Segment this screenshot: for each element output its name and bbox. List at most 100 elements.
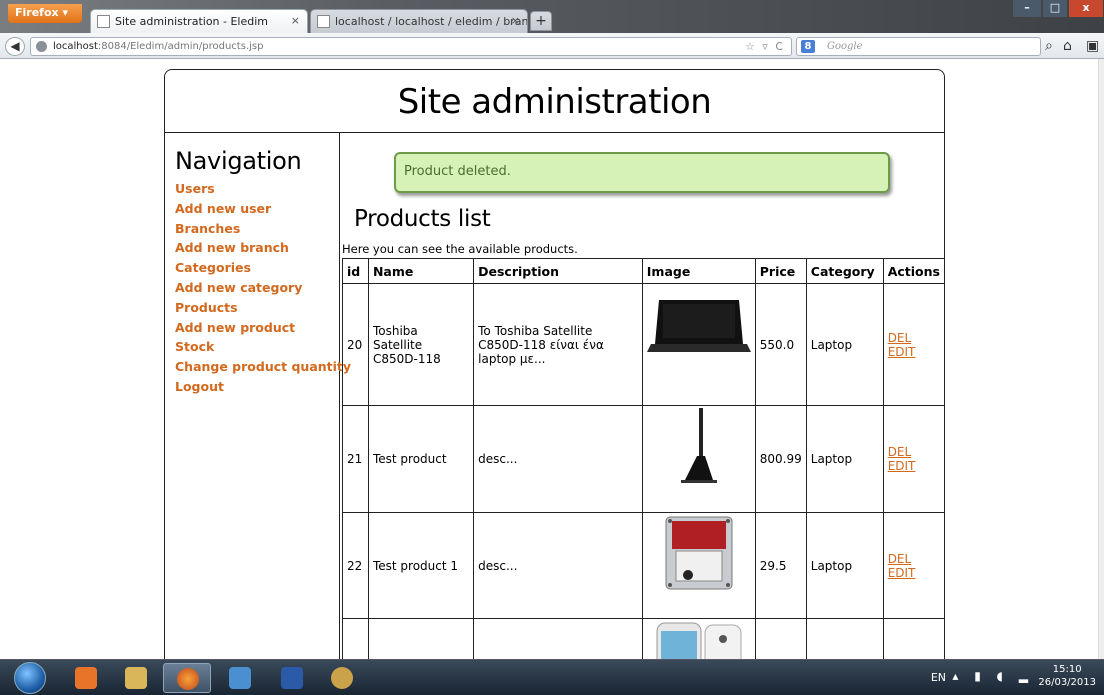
- cell-price: 550.0: [754, 283, 807, 406]
- monitor-image: [680, 408, 717, 483]
- cell-id: [342, 618, 369, 659]
- cell-name: Toshiba Satellite C850D-118: [367, 283, 475, 406]
- search-bar[interactable]: 8 Google: [796, 37, 1041, 56]
- globe-icon: [36, 41, 47, 52]
- cell-image: [641, 512, 756, 619]
- table-header-row: id Name Description Image Price Category…: [342, 258, 946, 284]
- nav-link-add-new-branch[interactable]: Add new branch: [175, 238, 339, 258]
- cell-image: [641, 618, 756, 659]
- col-header-category: Category: [805, 258, 884, 284]
- firefox-menu-button[interactable]: Firefox ▾: [8, 4, 82, 23]
- cell-actions: DEL EDIT: [882, 283, 946, 406]
- nav-link-stock[interactable]: Stock: [175, 337, 339, 357]
- cell-id: 21: [342, 405, 369, 513]
- cell-actions: DEL EDIT: [882, 405, 946, 513]
- nav-link-users[interactable]: Users: [175, 179, 339, 199]
- close-window-button[interactable]: x: [1068, 0, 1104, 18]
- nav-link-categories[interactable]: Categories: [175, 258, 339, 278]
- start-button[interactable]: [14, 662, 46, 694]
- scrollbar[interactable]: [1098, 59, 1104, 659]
- cell-id: 20: [342, 283, 369, 406]
- cell-name: [367, 618, 475, 659]
- cell-category: [805, 618, 884, 659]
- browser-navbar: ◀ localhost:8084/Eledim/admin/products.j…: [0, 33, 1104, 59]
- media-player-icon[interactable]: [62, 663, 110, 693]
- tab-site-administration[interactable]: Site administration - Eledim ×: [90, 9, 308, 33]
- nav-link-products[interactable]: Products: [175, 298, 339, 318]
- nav-link-branches[interactable]: Branches: [175, 219, 339, 239]
- cell-category: Laptop: [805, 405, 884, 513]
- table-row: 20 Toshiba Satellite C850D-118 To Toshib…: [342, 283, 946, 406]
- cell-image: [641, 405, 756, 513]
- col-header-image: Image: [641, 258, 756, 284]
- maximize-button[interactable]: □: [1042, 0, 1068, 18]
- phone-image: [656, 622, 742, 659]
- file-explorer-icon[interactable]: [112, 663, 160, 693]
- cell-actions: [882, 618, 946, 659]
- language-indicator[interactable]: EN: [931, 671, 946, 684]
- products-list-title: Products list: [354, 206, 491, 232]
- word-icon[interactable]: [268, 663, 316, 693]
- products-list-intro: Here you can see the available products.: [342, 242, 578, 256]
- windows-taskbar: EN ▴ ▮ ◖ ▂ 15:10 26/03/2013: [0, 659, 1104, 695]
- nav-link-add-new-category[interactable]: Add new category: [175, 278, 339, 298]
- main-content: Product deleted. Products list Here you …: [341, 133, 946, 659]
- nav-link-add-new-product[interactable]: Add new product: [175, 318, 339, 338]
- url-bar[interactable]: localhost:8084/Eledim/admin/products.jsp…: [30, 37, 792, 56]
- page-viewport: Site administration Navigation Users Add…: [0, 59, 1104, 659]
- col-header-price: Price: [754, 258, 807, 284]
- cell-category: Laptop: [805, 512, 884, 619]
- nav-link-add-new-user[interactable]: Add new user: [175, 199, 339, 219]
- tray-icons[interactable]: ▴ ▮ ◖ ▂: [952, 669, 1034, 683]
- delete-link[interactable]: DEL: [888, 331, 940, 345]
- site-favicon-icon: [97, 15, 110, 28]
- delete-link[interactable]: DEL: [888, 552, 940, 566]
- firefox-taskbar-icon[interactable]: [163, 663, 211, 693]
- cell-description: desc...: [473, 512, 643, 619]
- nav-link-logout[interactable]: Logout: [175, 377, 339, 397]
- close-tab-icon[interactable]: ×: [511, 14, 520, 27]
- bookmarks-icon[interactable]: ▣: [1086, 38, 1099, 54]
- edit-link[interactable]: EDIT: [888, 345, 940, 359]
- cell-name: Test product: [367, 405, 475, 513]
- clock[interactable]: 15:10 26/03/2013: [1038, 663, 1096, 689]
- new-tab-button[interactable]: +: [530, 11, 552, 31]
- delete-link[interactable]: DEL: [888, 445, 940, 459]
- clock-date: 26/03/2013: [1038, 677, 1096, 688]
- site-title: Site administration: [397, 82, 712, 122]
- tab-localhost[interactable]: localhost / localhost / eledim / branc..…: [310, 9, 528, 33]
- sidebar: Navigation Users Add new user Branches A…: [165, 133, 351, 659]
- bookmark-star-icon[interactable]: ☆ ▿ C: [745, 40, 785, 53]
- page-header: Site administration: [165, 70, 944, 133]
- back-button[interactable]: ◀: [5, 37, 25, 56]
- col-header-name: Name: [367, 258, 475, 284]
- home-icon[interactable]: ⌂: [1063, 38, 1072, 54]
- nav-link-change-product-quantity[interactable]: Change product quantity: [175, 357, 351, 377]
- products-table: id Name Description Image Price Category…: [342, 258, 946, 659]
- message-text: Product deleted.: [404, 164, 511, 179]
- nav-title: Navigation: [175, 147, 302, 175]
- virtualbox-icon[interactable]: [216, 663, 264, 693]
- search-engine-icon[interactable]: 8: [801, 40, 815, 53]
- page-favicon-icon: [317, 15, 330, 28]
- url-text: localhost:8084/Eledim/admin/products.jsp: [53, 41, 264, 52]
- close-tab-icon[interactable]: ×: [291, 14, 300, 27]
- search-placeholder: Google: [827, 41, 863, 52]
- col-header-actions: Actions: [882, 258, 946, 284]
- search-icon[interactable]: ⌕: [1045, 38, 1053, 54]
- minimize-button[interactable]: –: [1012, 0, 1042, 18]
- cell-description: To Toshiba Satellite C850D-118 είναι ένα…: [473, 283, 643, 406]
- cell-id: 22: [342, 512, 369, 619]
- success-message: Product deleted.: [394, 152, 890, 193]
- col-header-id: id: [342, 258, 369, 284]
- edit-link[interactable]: EDIT: [888, 459, 940, 473]
- nav-links: Users Add new user Branches Add new bran…: [165, 175, 351, 397]
- cell-actions: DEL EDIT: [882, 512, 946, 619]
- edit-link[interactable]: EDIT: [888, 566, 940, 580]
- paint-icon[interactable]: [318, 663, 366, 693]
- admin-panel: Site administration Navigation Users Add…: [164, 69, 946, 659]
- cell-price: [754, 618, 807, 659]
- cell-description: [473, 618, 643, 659]
- tab-label: localhost / localhost / eledim / branc..…: [335, 15, 528, 28]
- clock-time: 15:10: [1052, 664, 1082, 675]
